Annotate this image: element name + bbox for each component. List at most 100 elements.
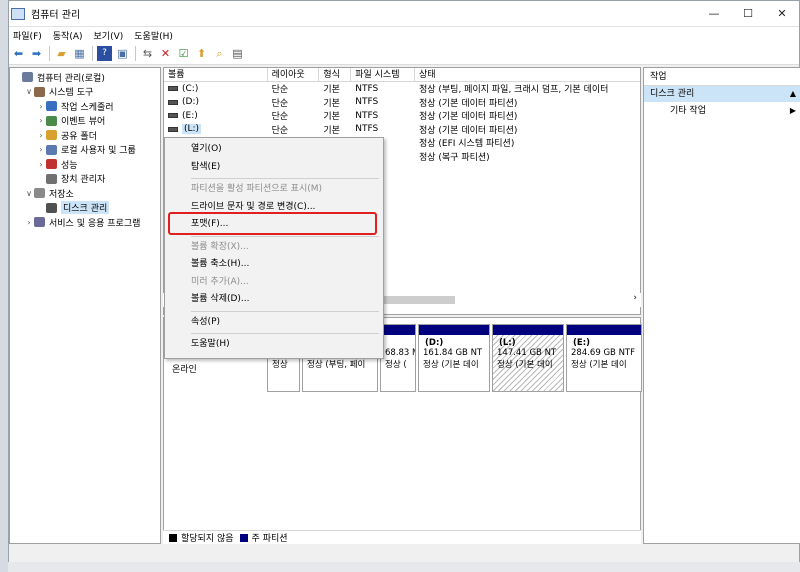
partition-body: (D:) 161.84 GB NT 정상 (기본 데이 bbox=[419, 335, 489, 370]
partition-block[interactable]: (E:) 284.69 GB NTF 정상 (기본 데이 bbox=[566, 324, 642, 392]
connect-icon[interactable]: ⇆ bbox=[140, 46, 155, 61]
console-icon[interactable]: ▤ bbox=[230, 46, 245, 61]
up-folder-icon[interactable]: ▰ bbox=[54, 46, 69, 61]
forward-arrow-icon[interactable]: ➡ bbox=[29, 46, 44, 61]
tree-item-label: 이벤트 뷰어 bbox=[61, 117, 106, 128]
tree-item[interactable]: › 작업 스케줄러 bbox=[10, 99, 160, 114]
tree-item-label: 컴퓨터 관리(로컬) bbox=[37, 73, 105, 84]
partition-block[interactable]: (L:) 147.41 GB NT 정상 (기본 데이 bbox=[492, 324, 564, 392]
help-icon[interactable]: ? bbox=[97, 46, 112, 61]
context-menu-item[interactable]: 볼륨 축소(H)... bbox=[165, 256, 383, 274]
menu-help[interactable]: 도움말(H) bbox=[134, 29, 173, 42]
menu-action[interactable]: 동작(A) bbox=[53, 29, 83, 42]
close-button[interactable]: ✕ bbox=[765, 7, 799, 20]
tree-node-icon bbox=[46, 144, 57, 155]
maximize-button[interactable]: ☐ bbox=[731, 7, 765, 20]
menu-view[interactable]: 보기(V) bbox=[94, 29, 124, 42]
cell-filesystem: NTFS bbox=[355, 83, 379, 94]
partition-block[interactable]: (D:) 161.84 GB NT 정상 (기본 데이 bbox=[418, 324, 490, 392]
context-menu-item: 파티션을 활성 파티션으로 표시(M) bbox=[191, 184, 323, 194]
menu-separator bbox=[191, 178, 379, 179]
partition-size: 147.41 GB NT bbox=[497, 348, 557, 358]
export-icon[interactable]: ⬆ bbox=[194, 46, 209, 61]
partition-type-bar bbox=[419, 325, 489, 335]
context-menu: 열기(O) 탐색(E) 파티션을 활성 파티션으로 표시(M) 드라이브 문자 및 경… bbox=[164, 137, 384, 359]
actions-section-disk-management[interactable]: 디스크 관리 ▲ bbox=[644, 86, 800, 102]
chevron-down-icon[interactable]: ∨ bbox=[24, 189, 34, 198]
cell-layout: 단순 bbox=[271, 85, 289, 96]
tree-item[interactable]: 장치 관리자 bbox=[10, 172, 160, 187]
tree-item[interactable]: › 공유 폴더 bbox=[10, 128, 160, 143]
toolbar-divider bbox=[135, 46, 136, 61]
disk-status-label: 온라인 bbox=[172, 365, 197, 375]
context-menu-item[interactable]: 속성(P) bbox=[165, 314, 383, 332]
tree-item[interactable]: › 로컬 사용자 및 그룹 bbox=[10, 143, 160, 158]
menu-file[interactable]: 파일(F) bbox=[13, 29, 42, 42]
header-type[interactable]: 형식 bbox=[319, 68, 352, 81]
show-hide-tree-icon[interactable]: ▦ bbox=[72, 46, 87, 61]
tree-item[interactable]: ∨ 시스템 도구 bbox=[10, 85, 160, 100]
delete-icon[interactable]: ✕ bbox=[158, 46, 173, 61]
context-menu-item[interactable]: 탐색(E) bbox=[165, 159, 383, 177]
cell-layout: 단순 bbox=[271, 125, 289, 136]
context-menu-item[interactable]: 열기(O) bbox=[165, 141, 383, 159]
drive-icon bbox=[168, 99, 178, 105]
partition-size: 161.84 GB NT bbox=[423, 348, 483, 358]
chevron-right-icon[interactable]: › bbox=[36, 131, 46, 140]
table-row[interactable]: (D:) 단순 기본 NTFS 정상 (기본 데이터 파티션) bbox=[164, 96, 640, 110]
context-menu-item[interactable]: 볼륨 삭제(D)... bbox=[165, 291, 383, 309]
tree-item[interactable]: › 이벤트 뷰어 bbox=[10, 114, 160, 129]
volume-name: (D:) bbox=[182, 97, 199, 108]
chevron-right-icon[interactable]: › bbox=[24, 218, 34, 227]
chevron-down-icon[interactable]: ∨ bbox=[24, 87, 34, 96]
tree-item[interactable]: ∨ 저장소 bbox=[10, 186, 160, 201]
tree-item[interactable]: 디스크 관리 bbox=[10, 201, 160, 216]
chevron-right-icon[interactable]: › bbox=[36, 116, 46, 125]
header-filesystem[interactable]: 파일 시스템 bbox=[351, 68, 415, 81]
action-more-actions[interactable]: 기타 작업 ▶ bbox=[644, 102, 800, 120]
legend-swatch-unallocated bbox=[169, 533, 177, 542]
tree-item-label: 장치 관리자 bbox=[61, 175, 106, 186]
legend-primary: 주 파티션 bbox=[251, 534, 288, 544]
cell-layout: 단순 bbox=[271, 98, 289, 109]
properties-icon[interactable]: ▣ bbox=[115, 46, 130, 61]
minimize-button[interactable]: — bbox=[697, 7, 731, 20]
tree-item[interactable]: › 서비스 및 응용 프로그램 bbox=[10, 215, 160, 230]
table-row[interactable]: (E:) 단순 기본 NTFS 정상 (기본 데이터 파티션) bbox=[164, 109, 640, 123]
tree-node-icon bbox=[46, 173, 57, 184]
partition-status: 정상 (기본 데이 bbox=[571, 360, 627, 370]
table-row[interactable]: (C:) 단순 기본 NTFS 정상 (부팅, 페이지 파일, 크래시 덤프, 기본 데… bbox=[164, 82, 640, 96]
check-icon[interactable]: ☑ bbox=[176, 46, 191, 61]
collapse-up-icon[interactable]: ▲ bbox=[790, 86, 796, 102]
chevron-right-icon[interactable]: › bbox=[36, 102, 46, 111]
back-arrow-icon[interactable]: ⬅ bbox=[11, 46, 26, 61]
context-menu-item[interactable]: 도움말(H) bbox=[165, 336, 383, 354]
tree-node-icon bbox=[46, 159, 57, 170]
cell-volume: (E:) bbox=[164, 111, 268, 121]
chevron-right-icon[interactable]: › bbox=[36, 160, 46, 169]
cell-volume: (L:) bbox=[164, 124, 268, 135]
partition-status: 정상 (기본 데이 bbox=[423, 360, 479, 370]
partition-status: 정상 bbox=[272, 360, 288, 370]
menu-separator bbox=[191, 235, 379, 237]
context-menu-item[interactable]: 드라이브 문자 및 경로 변경(C)... bbox=[165, 199, 383, 217]
drive-icon bbox=[168, 126, 178, 132]
scroll-right-icon[interactable]: › bbox=[633, 293, 637, 303]
partition-block[interactable]: 68.83 M 정상 ( bbox=[380, 324, 416, 392]
header-layout[interactable]: 레이아웃 bbox=[268, 68, 320, 81]
partition-name: (L:) bbox=[499, 338, 516, 348]
cell-status: 정상 (EFI 시스템 파티션) bbox=[418, 139, 515, 150]
search-icon[interactable]: ⌕ bbox=[212, 46, 227, 61]
tree-item[interactable]: › 성능 bbox=[10, 157, 160, 172]
chevron-right-icon[interactable]: › bbox=[36, 145, 46, 154]
header-status[interactable]: 상태 bbox=[415, 68, 640, 81]
tree-item-label: 공유 폴더 bbox=[61, 131, 97, 142]
actions-section-label: 디스크 관리 bbox=[650, 89, 695, 99]
drive-icon bbox=[168, 113, 178, 119]
context-menu-item[interactable]: 포맷(F)... bbox=[165, 216, 383, 234]
volume-name: (E:) bbox=[182, 110, 198, 121]
header-volume[interactable]: 볼륨 bbox=[164, 68, 268, 81]
tree-item-label: 저장소 bbox=[49, 189, 74, 200]
table-row[interactable]: (L:) 단순 기본 NTFS 정상 (기본 데이터 파티션) bbox=[164, 123, 640, 137]
tree-item[interactable]: 컴퓨터 관리(로컬) bbox=[10, 70, 160, 85]
